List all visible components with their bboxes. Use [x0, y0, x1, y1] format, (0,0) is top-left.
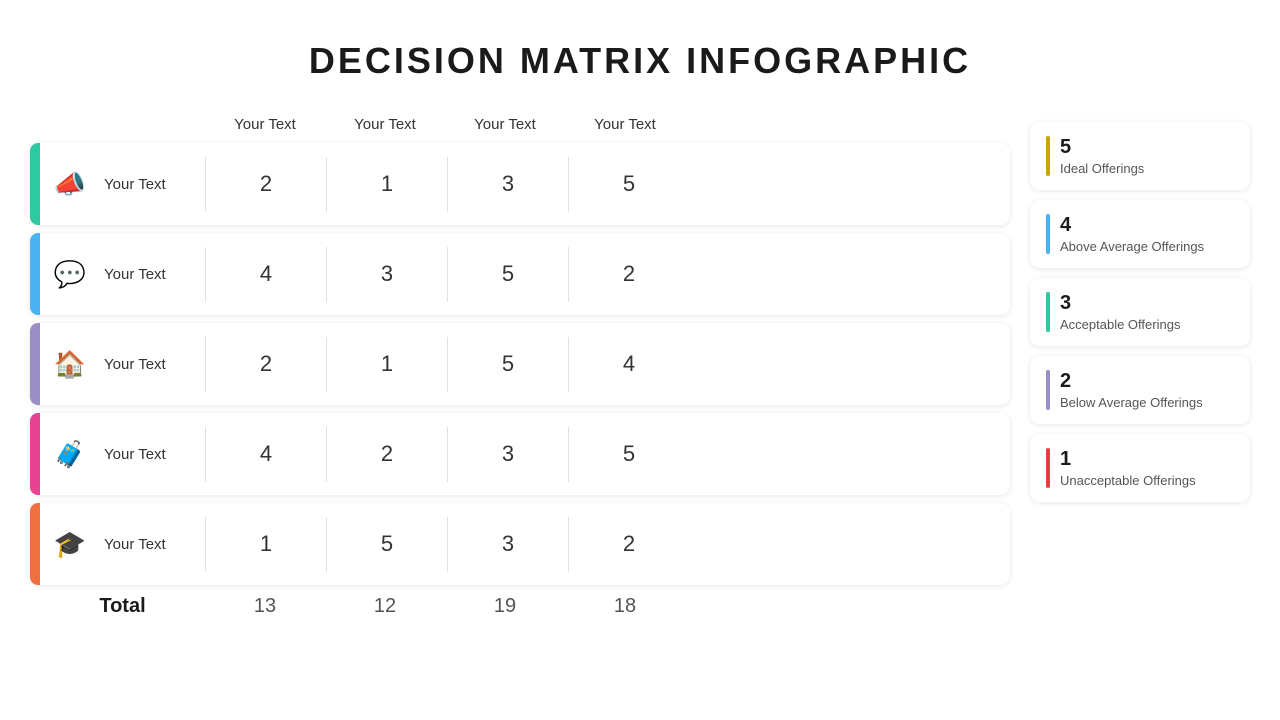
legend-bar-0	[1046, 136, 1050, 176]
legend-number-4: 1	[1060, 448, 1196, 471]
cell-0-3: 5	[569, 171, 689, 197]
cell-2-0: 2	[206, 351, 326, 377]
legend-section: 5 Ideal Offerings 4 Above Average Offeri…	[1030, 112, 1250, 682]
row-label-0: Your Text	[100, 176, 205, 193]
col-header-3: Your Text	[445, 112, 565, 137]
row-label-1: Your Text	[100, 266, 205, 283]
cell-4-1: 5	[327, 531, 447, 557]
legend-number-2: 3	[1060, 292, 1180, 315]
legend-number-0: 5	[1060, 136, 1144, 159]
cell-2-2: 5	[448, 351, 568, 377]
col-header-4: Your Text	[565, 112, 685, 137]
row-accent-2	[30, 323, 40, 405]
cell-1-3: 2	[569, 261, 689, 287]
total-cell-1: 13	[205, 595, 325, 618]
cell-1-2: 5	[448, 261, 568, 287]
legend-content-3: 2 Below Average Offerings	[1060, 370, 1203, 410]
row-icon-1: 💬	[40, 259, 100, 290]
cell-2-3: 4	[569, 351, 689, 377]
data-rows: 📣 Your Text 2 1 3 5 💬 Your Text 4 3 5 2 …	[30, 143, 1010, 585]
col-header-1: Your Text	[205, 112, 325, 137]
legend-label-1: Above Average Offerings	[1060, 239, 1204, 254]
row-icon-0: 📣	[40, 169, 100, 200]
legend-number-3: 2	[1060, 370, 1203, 393]
legend-bar-1	[1046, 214, 1050, 254]
total-cell-3: 19	[445, 595, 565, 618]
cell-2-1: 1	[327, 351, 447, 377]
legend-card-1: 4 Above Average Offerings	[1030, 200, 1250, 268]
legend-number-1: 4	[1060, 214, 1204, 237]
cell-0-2: 3	[448, 171, 568, 197]
col-header-2: Your Text	[325, 112, 445, 137]
legend-label-2: Acceptable Offerings	[1060, 317, 1180, 332]
total-row: Total 13 12 19 18	[30, 595, 1010, 618]
legend-label-3: Below Average Offerings	[1060, 395, 1203, 410]
legend-card-0: 5 Ideal Offerings	[1030, 122, 1250, 190]
legend-content-1: 4 Above Average Offerings	[1060, 214, 1204, 254]
legend-label-0: Ideal Offerings	[1060, 161, 1144, 176]
row-label-2: Your Text	[100, 356, 205, 373]
row-label-3: Your Text	[100, 446, 205, 463]
legend-card-4: 1 Unacceptable Offerings	[1030, 434, 1250, 502]
data-row-3: 🧳 Your Text 4 2 3 5	[30, 413, 1010, 495]
cell-4-0: 1	[206, 531, 326, 557]
total-cell-2: 12	[325, 595, 445, 618]
legend-content-2: 3 Acceptable Offerings	[1060, 292, 1180, 332]
header-row: Your Text Your Text Your Text Your Text	[205, 112, 1010, 137]
row-icon-4: 🎓	[40, 529, 100, 560]
cell-1-1: 3	[327, 261, 447, 287]
page-title: DECISION MATRIX INFOGRAPHIC	[0, 0, 1280, 82]
data-row-0: 📣 Your Text 2 1 3 5	[30, 143, 1010, 225]
cell-1-0: 4	[206, 261, 326, 287]
legend-content-0: 5 Ideal Offerings	[1060, 136, 1144, 176]
data-row-4: 🎓 Your Text 1 5 3 2	[30, 503, 1010, 585]
row-accent-1	[30, 233, 40, 315]
legend-card-3: 2 Below Average Offerings	[1030, 356, 1250, 424]
legend-bar-2	[1046, 292, 1050, 332]
total-cell-4: 18	[565, 595, 685, 618]
row-accent-0	[30, 143, 40, 225]
cell-3-2: 3	[448, 441, 568, 467]
cell-3-1: 2	[327, 441, 447, 467]
row-accent-4	[30, 503, 40, 585]
row-icon-3: 🧳	[40, 439, 100, 470]
legend-bar-4	[1046, 448, 1050, 488]
cell-0-0: 2	[206, 171, 326, 197]
total-label: Total	[30, 595, 205, 618]
row-icon-2: 🏠	[40, 349, 100, 380]
cell-4-3: 2	[569, 531, 689, 557]
data-row-2: 🏠 Your Text 2 1 5 4	[30, 323, 1010, 405]
legend-content-4: 1 Unacceptable Offerings	[1060, 448, 1196, 488]
legend-card-2: 3 Acceptable Offerings	[1030, 278, 1250, 346]
legend-label-4: Unacceptable Offerings	[1060, 473, 1196, 488]
cell-3-0: 4	[206, 441, 326, 467]
cell-0-1: 1	[327, 171, 447, 197]
row-label-4: Your Text	[100, 536, 205, 553]
matrix-section: Your Text Your Text Your Text Your Text …	[30, 112, 1010, 682]
cell-3-3: 5	[569, 441, 689, 467]
main-layout: Your Text Your Text Your Text Your Text …	[0, 92, 1280, 702]
data-row-1: 💬 Your Text 4 3 5 2	[30, 233, 1010, 315]
row-accent-3	[30, 413, 40, 495]
cell-4-2: 3	[448, 531, 568, 557]
legend-bar-3	[1046, 370, 1050, 410]
